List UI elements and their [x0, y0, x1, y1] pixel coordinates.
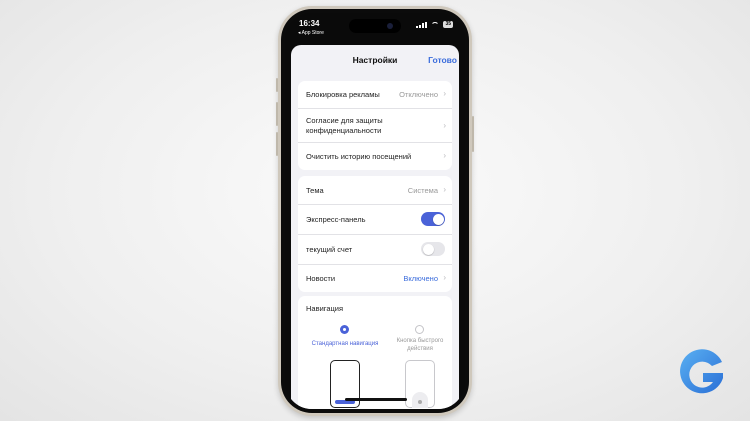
sheet-header: Настройки Готово [291, 45, 459, 73]
quick-action-dot-icon [418, 400, 422, 404]
clear-history-row[interactable]: Очистить историю посещений › [298, 143, 452, 170]
status-time: 16:34 [299, 19, 320, 28]
camera-icon [387, 23, 393, 29]
toggle-knob [422, 243, 434, 255]
express-panel-row: Экспресс-панель [298, 205, 452, 235]
volume-down-button [276, 132, 278, 156]
clear-history-label: Очистить историю посещений [306, 152, 412, 161]
ad-block-value: Отключено [399, 90, 438, 99]
g-logo-icon [680, 349, 723, 394]
express-panel-label: Экспресс-панель [306, 215, 366, 224]
display-group: Тема Система › Экспресс-панель текущий с… [298, 176, 452, 292]
phone-screen: 16:34 ◂ App Store 35 Настройки Готово Бл… [285, 13, 465, 409]
privacy-consent-row[interactable]: Согласие для защиты конфиденциальности › [298, 109, 452, 143]
current-account-toggle[interactable] [421, 242, 445, 256]
battery-icon: 35 [443, 21, 453, 28]
quick-action-preview[interactable] [405, 360, 435, 408]
theme-label: Тема [306, 186, 324, 195]
toggle-knob [432, 213, 444, 225]
settings-sheet: Настройки Готово Блокировка рекламы Откл… [291, 45, 459, 409]
news-value: Включено [403, 274, 438, 283]
mute-switch [276, 78, 278, 92]
navigation-title: Навигация [306, 304, 344, 313]
standard-navigation-radio[interactable] [340, 325, 349, 334]
theme-value: Система [407, 186, 438, 195]
current-account-label: текущий счет [306, 245, 353, 254]
volume-up-button [276, 102, 278, 126]
standard-navigation-label: Стандартная навигация [311, 341, 379, 347]
phone-bezel: 16:34 ◂ App Store 35 Настройки Готово Бл… [281, 9, 469, 413]
current-account-row: текущий счет [298, 235, 452, 265]
done-button[interactable]: Готово [428, 55, 457, 65]
quick-action-label: Кнопка быстрого действия [396, 338, 444, 352]
signal-icon [416, 21, 428, 28]
theme-row[interactable]: Тема Система › [298, 176, 452, 205]
news-row[interactable]: Новости Включено › [298, 265, 452, 292]
ad-block-row[interactable]: Блокировка рекламы Отключено › [298, 81, 452, 109]
privacy-consent-label: Согласие для защиты конфиденциальности [306, 116, 383, 135]
express-panel-toggle[interactable] [421, 212, 445, 226]
back-to-app-store-link[interactable]: ◂ App Store [298, 30, 324, 36]
privacy-group: Блокировка рекламы Отключено › Согласие … [298, 81, 452, 170]
ad-block-label: Блокировка рекламы [306, 90, 380, 99]
wifi-icon [431, 21, 440, 28]
news-label: Новости [306, 274, 336, 283]
power-button [472, 116, 474, 152]
chevron-right-icon: › [443, 89, 446, 98]
dynamic-island [349, 19, 401, 33]
home-indicator[interactable] [345, 398, 407, 401]
status-icons: 35 [416, 21, 453, 28]
navigation-group: Навигация Стандартная навигация Кнопка б… [298, 296, 452, 409]
chevron-right-icon: › [443, 185, 446, 194]
chevron-right-icon: › [443, 273, 446, 282]
chevron-right-icon: › [443, 151, 446, 160]
phone-frame: 16:34 ◂ App Store 35 Настройки Готово Бл… [276, 6, 474, 416]
quick-action-radio[interactable] [415, 325, 424, 334]
chevron-right-icon: › [443, 121, 446, 130]
